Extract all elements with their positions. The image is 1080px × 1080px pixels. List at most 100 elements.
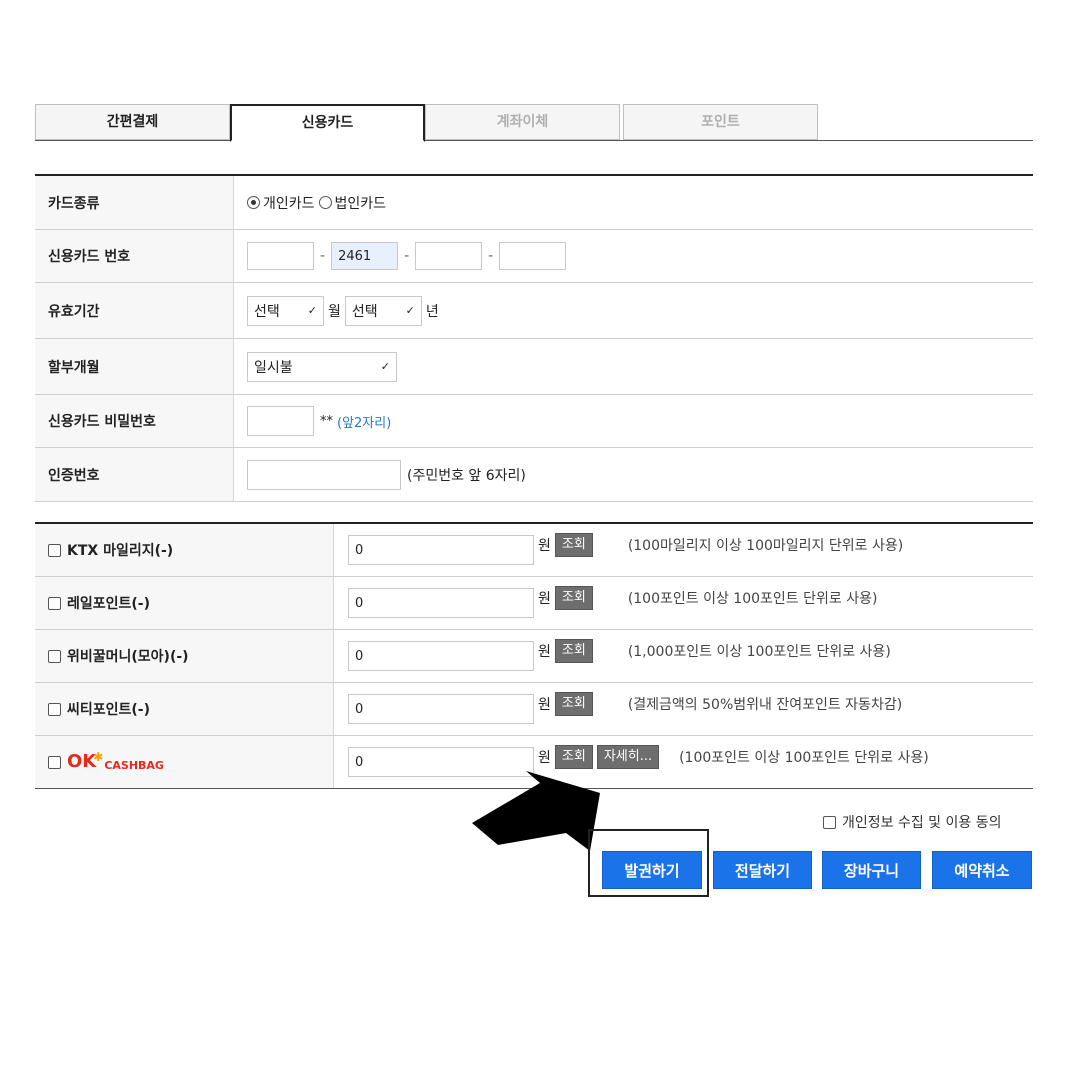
password-label: 신용카드 비밀번호 xyxy=(35,395,234,447)
card-number-fields: - - - xyxy=(247,230,567,282)
points-row-label: 위비꿀머니(모아)(-) xyxy=(35,630,334,682)
pointer-arrow-icon xyxy=(472,771,600,851)
consent-label: 개인정보 수집 및 이용 동의 xyxy=(842,815,1002,831)
lookup-button[interactable]: 조회 xyxy=(554,692,593,716)
installment-label: 할부개월 xyxy=(35,339,234,394)
tab-points[interactable]: 포인트 xyxy=(623,104,818,140)
chevron-down-icon: ✓ xyxy=(405,304,415,317)
points-row-value: 원 조회 (1,000포인트 이상 100포인트 단위로 사용) xyxy=(348,630,891,682)
won-unit: 원 xyxy=(538,538,551,554)
auth-label: 인증번호 xyxy=(35,448,234,501)
password-hint: (앞2자리) xyxy=(337,415,392,431)
lookup-button[interactable]: 조회 xyxy=(554,533,593,557)
won-unit: 원 xyxy=(538,644,551,660)
chevron-down-icon: ✓ xyxy=(380,360,390,373)
points-row-value: 원 조회 (100마일리지 이상 100마일리지 단위로 사용) xyxy=(348,524,903,576)
won-unit: 원 xyxy=(538,697,551,713)
points-note: (결제금액의 50%범위내 잔여포인트 자동차감) xyxy=(627,697,903,713)
points-row-label: KTX 마일리지(-) xyxy=(35,524,334,576)
detail-button[interactable]: 자세히... xyxy=(596,745,660,769)
expiry-fields: 선택 ✓ 월 선택 ✓ 년 xyxy=(247,283,439,338)
points-row: 위비꿀머니(모아)(-) 원 조회 (1,000포인트 이상 100포인트 단위… xyxy=(35,630,1033,683)
points-checkbox[interactable] xyxy=(48,702,61,716)
card-number-sep: - xyxy=(404,248,410,264)
month-unit: 월 xyxy=(328,303,341,320)
points-name: 씨티포인트(-) xyxy=(67,702,151,718)
card-number-sep: - xyxy=(320,248,326,264)
points-input[interactable] xyxy=(348,588,534,618)
points-checkbox[interactable] xyxy=(48,543,61,557)
points-note: (100포인트 이상 100포인트 단위로 사용) xyxy=(679,750,929,766)
installment-select[interactable]: 일시불 ✓ xyxy=(247,351,397,382)
expiry-row: 유효기간 선택 ✓ 월 선택 ✓ 년 xyxy=(35,283,1033,339)
corporate-card-radio[interactable] xyxy=(318,196,332,209)
points-input[interactable] xyxy=(348,694,534,724)
points-row: 레일포인트(-) 원 조회 (100포인트 이상 100포인트 단위로 사용) xyxy=(35,577,1033,630)
password-row: 신용카드 비밀번호 ** (앞2자리) xyxy=(35,395,1033,448)
deliver-button[interactable]: 전달하기 xyxy=(713,851,812,889)
cancel-reservation-button[interactable]: 예약취소 xyxy=(932,851,1032,889)
card-type-label: 카드종류 xyxy=(35,176,234,229)
card-number-sep: - xyxy=(488,248,494,264)
card-form: 카드종류 개인카드 법인카드 신용카드 번호 - - - 유효기간 선택 ✓ 월 xyxy=(35,174,1033,502)
points-note: (100마일리지 이상 100마일리지 단위로 사용) xyxy=(627,538,904,554)
payment-tabs: 간편결제 신용카드 계좌이체 포인트 xyxy=(35,104,1033,142)
expiry-month-select[interactable]: 선택 ✓ xyxy=(247,295,324,326)
points-row: KTX 마일리지(-) 원 조회 (100마일리지 이상 100마일리지 단위로… xyxy=(35,524,1033,577)
year-unit: 년 xyxy=(425,303,439,320)
expiry-label: 유효기간 xyxy=(35,283,234,338)
expiry-year-select[interactable]: 선택 ✓ xyxy=(344,295,422,326)
okcb-logo-ok: OK xyxy=(67,751,97,772)
auth-field: (주민번호 앞 6자리) xyxy=(247,448,526,501)
points-checkbox[interactable] xyxy=(48,755,61,769)
tab-simple-pay[interactable]: 간편결제 xyxy=(35,104,230,140)
card-number-row: 신용카드 번호 - - - xyxy=(35,230,1033,283)
points-checkbox[interactable] xyxy=(48,649,61,663)
lookup-button[interactable]: 조회 xyxy=(554,586,593,610)
points-note: (100포인트 이상 100포인트 단위로 사용) xyxy=(627,591,878,607)
auth-input[interactable] xyxy=(247,459,401,490)
auth-row: 인증번호 (주민번호 앞 6자리) xyxy=(35,448,1033,502)
consent-checkbox[interactable] xyxy=(823,815,836,829)
okcb-logo-cashbag: CASHBAG xyxy=(104,759,164,772)
auth-hint: (주민번호 앞 6자리) xyxy=(407,467,526,484)
points-checkbox[interactable] xyxy=(48,596,61,610)
expiry-year-value: 선택 xyxy=(351,303,378,320)
points-name: 위비꿀머니(모아)(-) xyxy=(67,649,189,665)
card-number-part4[interactable] xyxy=(499,242,567,270)
card-number-part2[interactable] xyxy=(331,242,399,270)
points-row-value: 원 조회 자세히... (100포인트 이상 100포인트 단위로 사용) xyxy=(348,736,929,788)
points-row-label: 레일포인트(-) xyxy=(35,577,334,629)
star-icon: ✱ xyxy=(93,750,104,764)
points-name: KTX 마일리지(-) xyxy=(67,543,174,559)
points-note: (1,000포인트 이상 100포인트 단위로 사용) xyxy=(627,644,891,660)
points-input[interactable] xyxy=(348,641,534,671)
password-suffix: ** xyxy=(320,413,333,429)
ok-cashbag-logo: OK ✱ CASHBAG xyxy=(67,750,164,772)
personal-card-label: 개인카드 xyxy=(263,195,315,212)
points-row-value: 원 조회 (결제금액의 50%범위내 잔여포인트 자동차감) xyxy=(348,683,902,735)
card-number-part3[interactable] xyxy=(415,242,483,270)
chevron-down-icon: ✓ xyxy=(307,304,317,317)
points-row-label: OK ✱ CASHBAG xyxy=(35,736,334,788)
password-field: ** (앞2자리) xyxy=(247,395,391,447)
points-table: KTX 마일리지(-) 원 조회 (100마일리지 이상 100마일리지 단위로… xyxy=(35,522,1033,789)
password-input[interactable] xyxy=(247,406,314,436)
installment-value: 일시불 xyxy=(254,359,293,376)
issue-ticket-button[interactable]: 발권하기 xyxy=(602,851,702,889)
lookup-button[interactable]: 조회 xyxy=(554,639,593,663)
tab-credit-card[interactable]: 신용카드 xyxy=(230,104,425,142)
expiry-month-value: 선택 xyxy=(254,303,280,320)
points-row-value: 원 조회 (100포인트 이상 100포인트 단위로 사용) xyxy=(348,577,877,629)
tab-bank-transfer[interactable]: 계좌이체 xyxy=(425,104,620,140)
card-type-row: 카드종류 개인카드 법인카드 xyxy=(35,176,1033,230)
card-number-part1[interactable] xyxy=(247,242,314,270)
personal-card-radio[interactable] xyxy=(247,196,260,209)
points-row-label: 씨티포인트(-) xyxy=(35,683,334,735)
installment-row: 할부개월 일시불 ✓ xyxy=(35,339,1033,395)
consent-checkbox-row[interactable]: 개인정보 수집 및 이용 동의 xyxy=(823,812,1001,832)
cart-button[interactable]: 장바구니 xyxy=(822,851,921,889)
points-input[interactable] xyxy=(348,535,534,565)
tab-baseline xyxy=(35,140,1033,141)
points-name: 레일포인트(-) xyxy=(67,596,151,612)
